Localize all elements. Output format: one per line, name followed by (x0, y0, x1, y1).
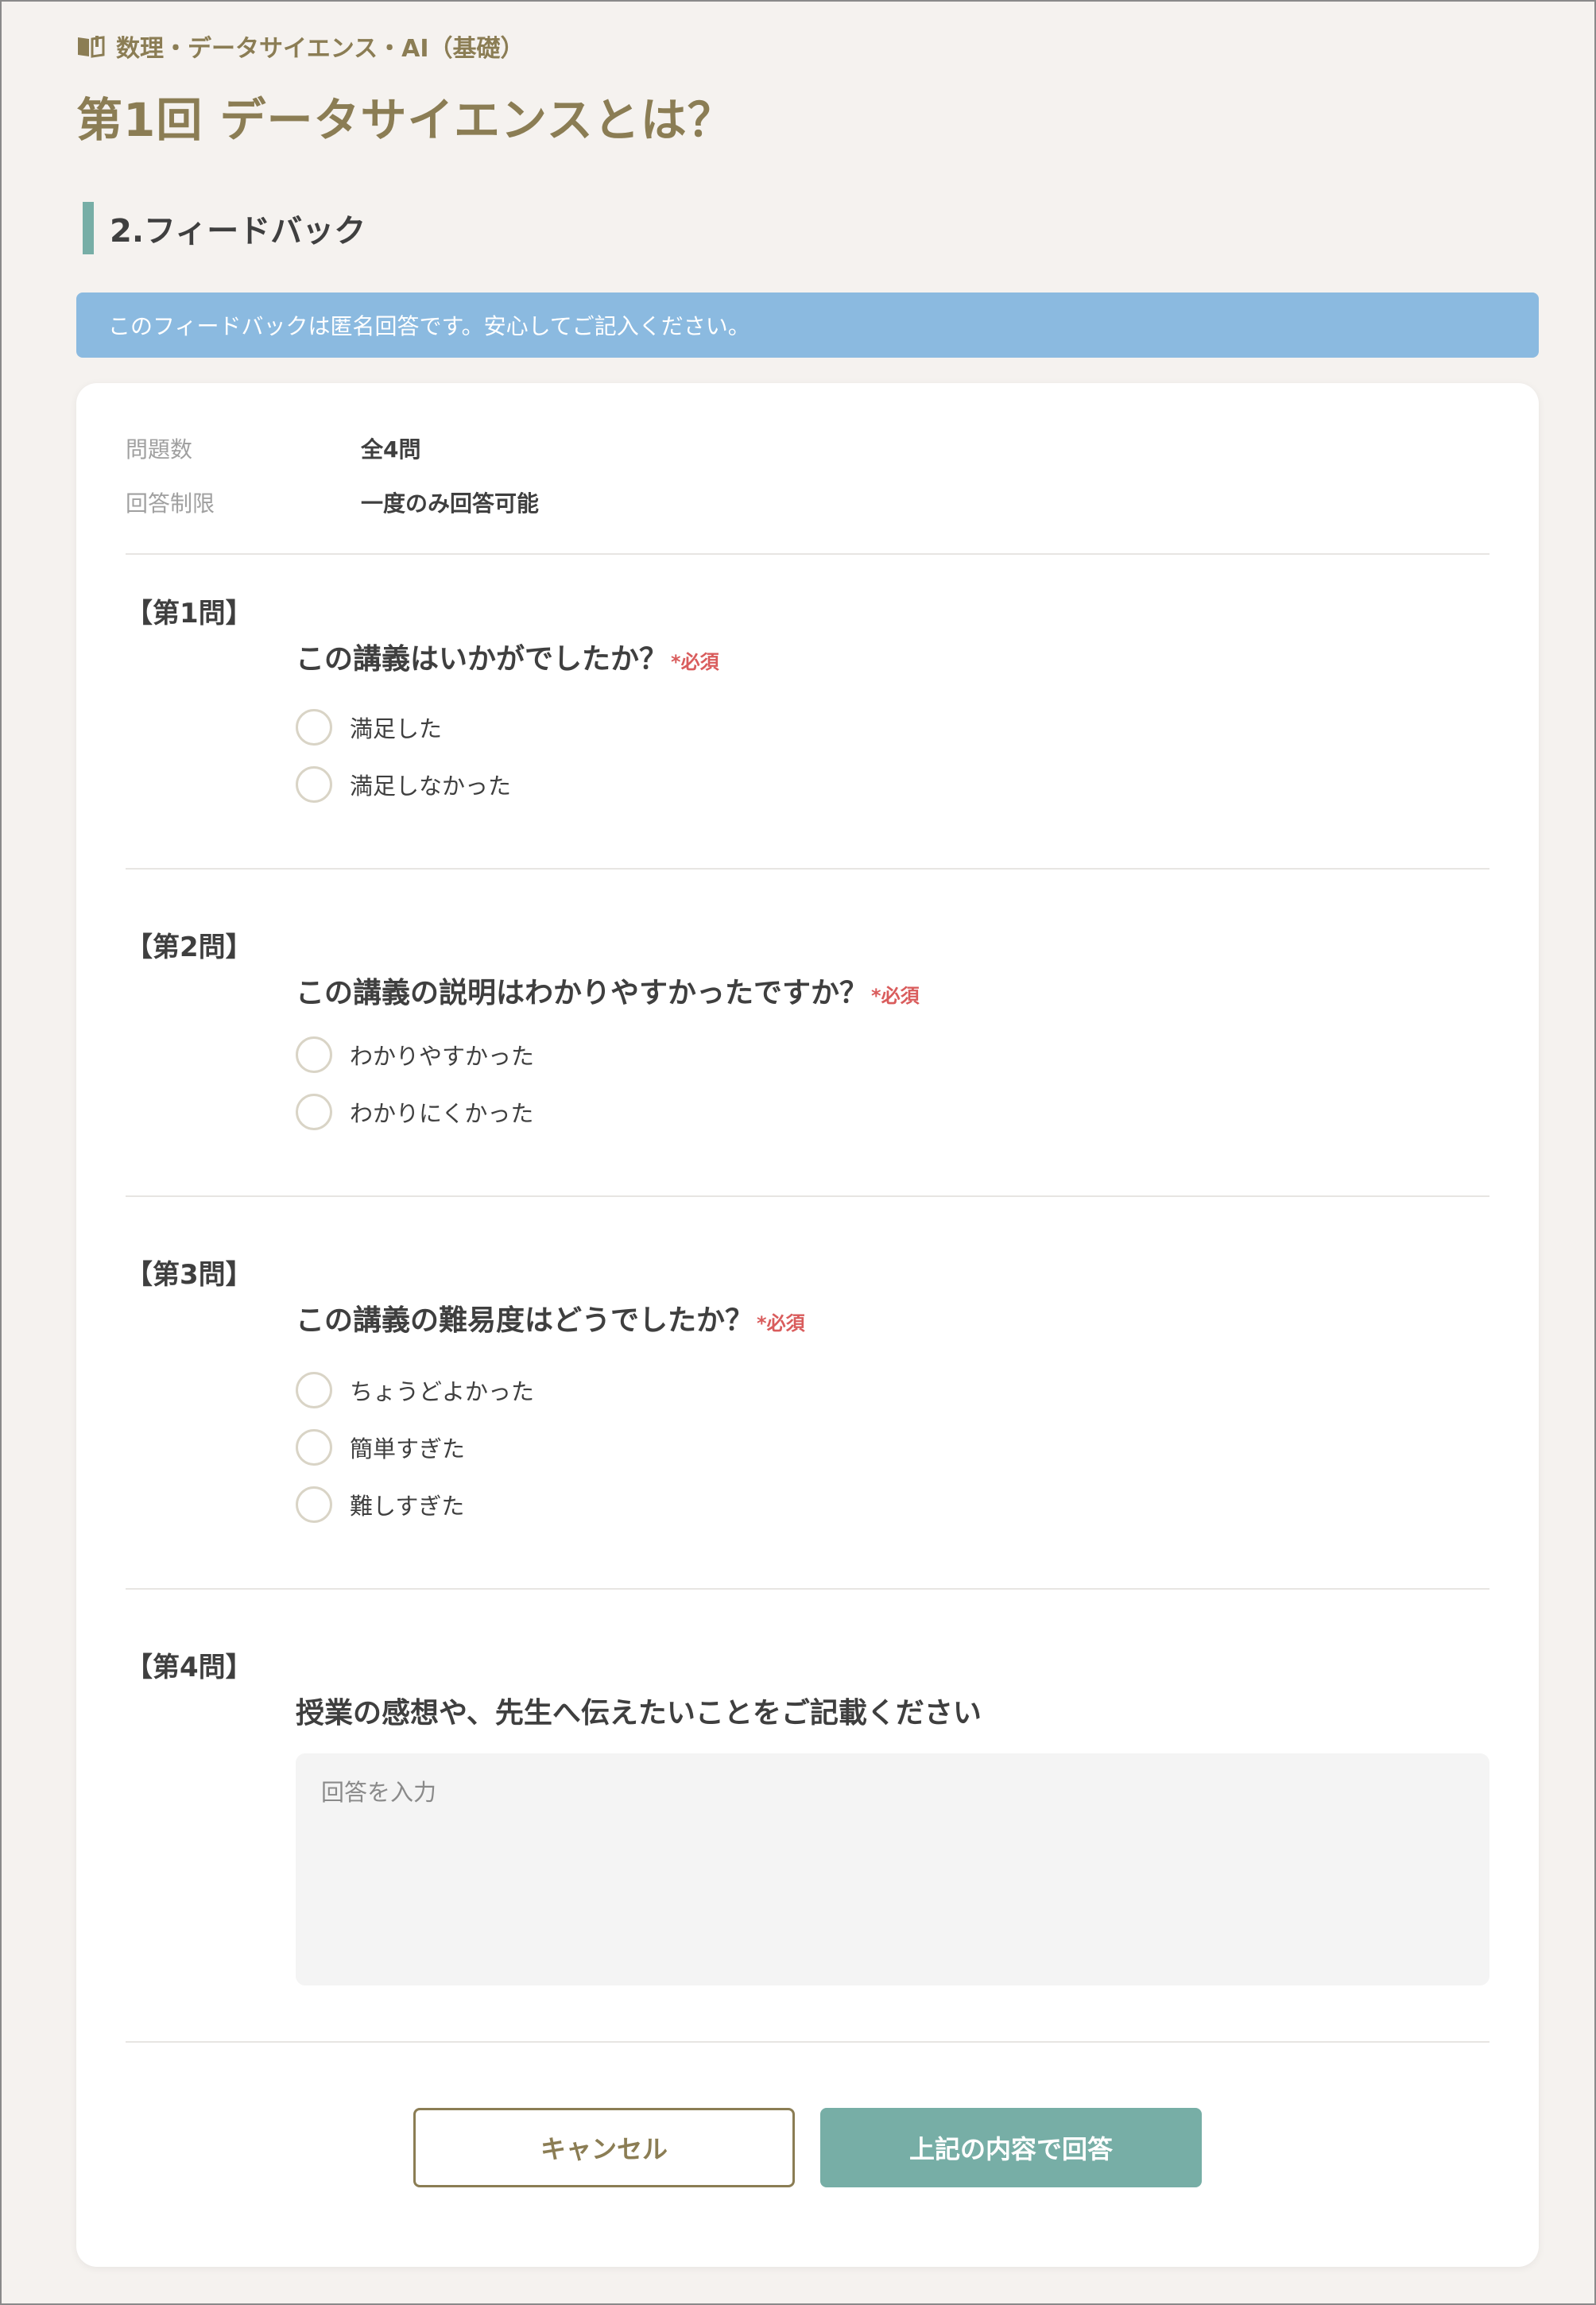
meta-label: 回答制限 (126, 490, 215, 517)
radio-button[interactable] (296, 1429, 332, 1466)
question-text: この講義の難易度はどうでしたか？ *必須 (296, 1297, 805, 1338)
option-label: 満足しなかった (350, 773, 512, 800)
option-label: わかりにくかった (350, 1100, 534, 1127)
required-marker: *必須 (871, 985, 920, 1007)
divider (126, 868, 1489, 870)
question-number: 【第2問】 (126, 932, 253, 963)
meta-label: 問題数 (126, 436, 193, 463)
option-label: 満足した (350, 715, 443, 742)
question-number: 【第3問】 (126, 1259, 253, 1291)
breadcrumb-label: 数理・データサイエンス・AI（基礎） (116, 35, 525, 63)
question-text-label: この講義はいかがでしたか？ (296, 643, 668, 676)
option-label: ちょうどよかった (350, 1378, 535, 1405)
question-text: 授業の感想や、先生へ伝えたいことをご記載ください (296, 1697, 982, 1730)
question-text-label: この講義の説明はわかりやすかったですか？ (296, 977, 869, 1009)
option-easy-to-understand[interactable]: わかりやすかった (296, 1036, 534, 1073)
required-marker: *必須 (671, 651, 719, 673)
option-too-hard[interactable]: 難しすぎた (296, 1486, 464, 1523)
page-title: 第1回 データサイエンスとは？ (76, 93, 734, 147)
anonymous-notice-banner: このフィードバックは匿名回答です。安心してご記入ください。 (76, 292, 1539, 358)
meta-row-answer-limit: 回答制限 一度のみ回答可能 (126, 486, 539, 518)
page: 数理・データサイエンス・AI（基礎） 第1回 データサイエンスとは？ 2.フィー… (0, 0, 1596, 2305)
option-label: 難しすぎた (350, 1493, 465, 1520)
option-just-right[interactable]: ちょうどよかった (296, 1372, 534, 1408)
radio-button[interactable] (296, 1486, 332, 1523)
section-heading-text: 2.フィードバック (110, 213, 366, 250)
question-text: この講義の説明はわかりやすかったですか？ *必須 (296, 970, 920, 1011)
question-number: 【第4問】 (126, 1652, 253, 1683)
section-heading: 2.フィードバック (83, 202, 366, 254)
radio-button[interactable] (296, 1094, 332, 1130)
feedback-form-card: 問題数 全4問 回答制限 一度のみ回答可能 【第1問】 この講義はいかがでしたか… (76, 383, 1539, 2267)
divider (126, 553, 1489, 555)
question-text-label: この講義の難易度はどうでしたか？ (296, 1304, 754, 1337)
meta-value: 一度のみ回答可能 (361, 490, 540, 517)
divider (126, 2041, 1489, 2043)
required-marker: *必須 (757, 1312, 805, 1335)
meta-row-question-count: 問題数 全4問 (126, 432, 420, 464)
option-label: わかりやすかった (350, 1043, 535, 1070)
divider (126, 1195, 1489, 1197)
question-text: この講義はいかがでしたか？ *必須 (296, 636, 719, 677)
option-label: 簡単すぎた (350, 1435, 466, 1462)
section-accent-bar (83, 202, 94, 254)
option-not-satisfied[interactable]: 満足しなかった (296, 766, 511, 803)
question-number: 【第1問】 (126, 598, 253, 630)
radio-button[interactable] (296, 709, 332, 746)
radio-button[interactable] (296, 1036, 332, 1073)
feedback-textarea[interactable] (296, 1753, 1489, 1985)
divider (126, 1588, 1489, 1590)
breadcrumb[interactable]: 数理・データサイエンス・AI（基礎） (76, 29, 524, 64)
book-icon (78, 36, 105, 58)
option-too-easy[interactable]: 簡単すぎた (296, 1429, 465, 1466)
meta-value: 全4問 (361, 436, 421, 463)
radio-button[interactable] (296, 766, 332, 803)
option-hard-to-understand[interactable]: わかりにくかった (296, 1094, 533, 1130)
option-satisfied[interactable]: 満足した (296, 709, 442, 746)
radio-button[interactable] (296, 1372, 332, 1408)
cancel-button[interactable]: キャンセル (413, 2108, 795, 2187)
submit-button[interactable]: 上記の内容で回答 (820, 2108, 1202, 2187)
